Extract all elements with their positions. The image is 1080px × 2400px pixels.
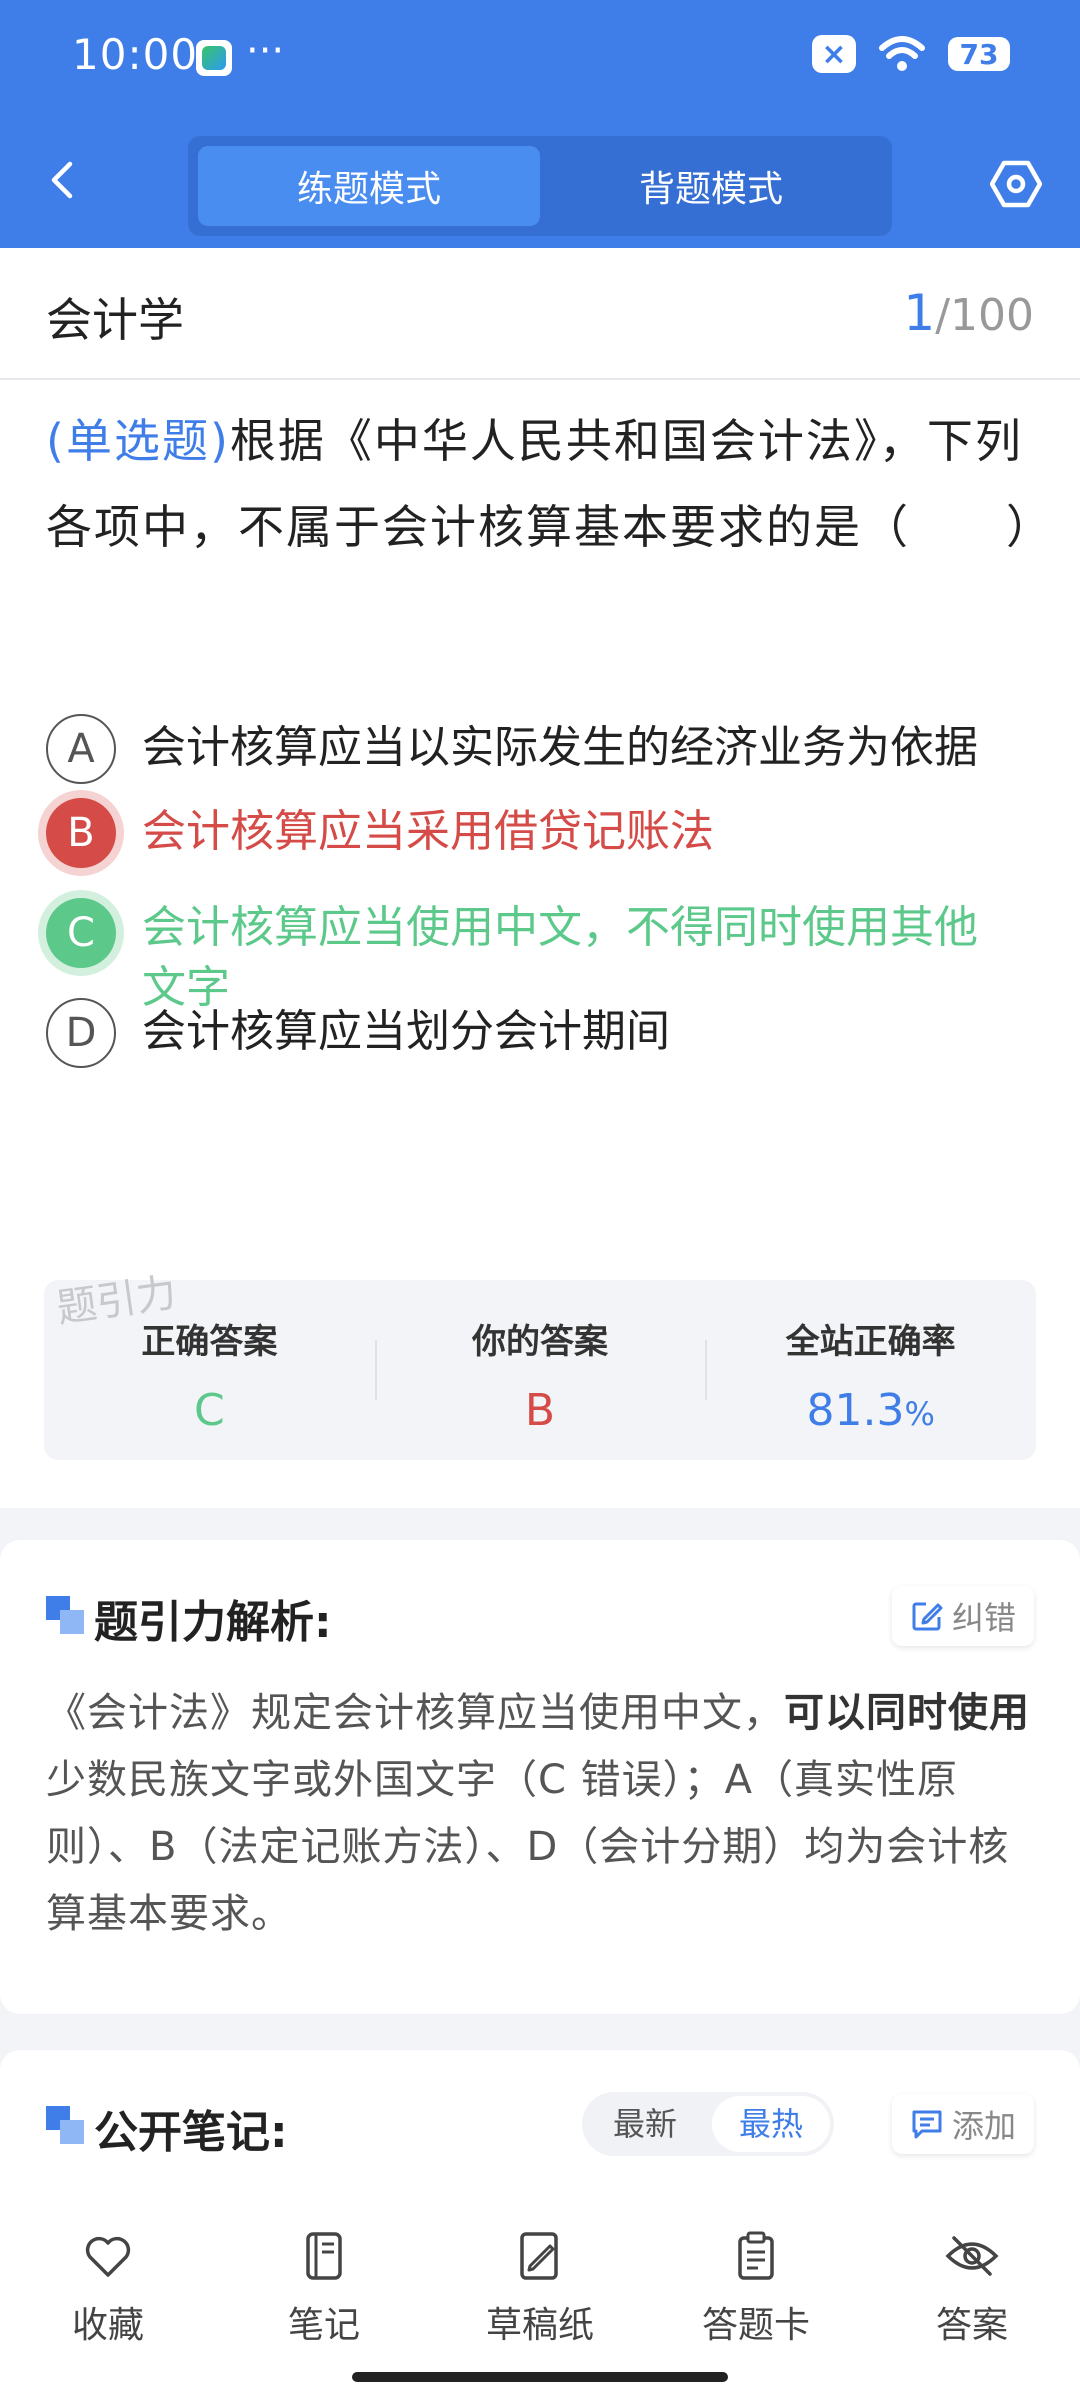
status-time: 10:00 xyxy=(72,30,199,79)
question-card: 会计学 1/100 (单选题)根据《中华人民共和国会计法》，下列各项中，不属于会… xyxy=(0,248,1080,1508)
analysis-text: 《会计法》规定会计核算应当使用中文，可以同时使用少数民族文字或外国文字（C 错误… xyxy=(46,1680,1036,1948)
option-letter: B xyxy=(46,798,116,868)
favorite-button[interactable]: 收藏 xyxy=(0,2198,216,2400)
wifi-icon xyxy=(879,36,925,71)
back-icon[interactable] xyxy=(44,160,84,200)
notes-title: 公开笔记: xyxy=(94,2107,288,2158)
clipboard-icon xyxy=(738,2231,774,2280)
answer-sheet-button[interactable]: 答题卡 xyxy=(648,2198,864,2400)
add-note-label: 添加 xyxy=(951,2107,1016,2145)
stat-label: 你的答案 xyxy=(472,1322,608,1362)
section-marker-icon xyxy=(46,2106,84,2144)
accuracy-unit: % xyxy=(904,1395,935,1433)
status-icons: × 73 xyxy=(812,34,1010,74)
option-d[interactable]: D 会计核算应当划分会计期间 xyxy=(46,998,1036,1068)
accuracy-value: 81.3 xyxy=(806,1385,905,1436)
analysis-text-emphasis: 可以同时使用 xyxy=(784,1690,1030,1736)
option-text: 会计核算应当以实际发生的经济业务为依据 xyxy=(142,722,978,773)
tab-practice-mode[interactable]: 练题模式 xyxy=(198,146,540,226)
answer-stats: 正确答案 C 你的答案 B 全站正确率 81.3% xyxy=(44,1280,1036,1460)
tab-memorize-mode[interactable]: 背题模式 xyxy=(540,146,882,226)
question-meta: 会计学 1/100 xyxy=(0,248,1080,380)
draft-paper-button[interactable]: 草稿纸 xyxy=(432,2198,648,2400)
option-text: 会计核算应当采用借贷记账法 xyxy=(142,806,714,857)
section-marker-icon xyxy=(46,1596,84,1634)
option-letter: D xyxy=(46,998,116,1068)
question-progress: 1/100 xyxy=(903,284,1034,342)
progress-total: /100 xyxy=(935,290,1034,341)
option-a[interactable]: A 会计核算应当以实际发生的经济业务为依据 xyxy=(46,714,1036,784)
option-b[interactable]: B 会计核算应当采用借贷记账法 xyxy=(46,798,1036,868)
sort-latest[interactable]: 最新 xyxy=(586,2096,704,2152)
stat-value: C xyxy=(193,1385,225,1436)
favorite-label: 收藏 xyxy=(71,2305,144,2346)
stat-your-answer: 你的答案 B xyxy=(374,1280,706,1460)
heart-icon xyxy=(85,2236,131,2277)
option-letter: A xyxy=(46,714,116,784)
stat-accuracy-rate: 全站正确率 81.3% xyxy=(705,1280,1036,1460)
analysis-text-part: 少数民族文字或外国文字（C 错误）；A（真实性原则）、B（法定记账方法）、D（会… xyxy=(46,1757,1010,1937)
more-notifications-icon: ··· xyxy=(246,28,285,74)
bottom-toolbar: 收藏 笔记 草稿纸 答题卡 答案 xyxy=(0,2198,1080,2400)
notes-label: 笔记 xyxy=(287,2305,360,2346)
notes-sort-toggle: 最新 最热 xyxy=(582,2092,834,2156)
progress-current: 1 xyxy=(903,284,936,342)
comment-icon xyxy=(912,2110,942,2139)
stat-value: 81.3% xyxy=(705,1385,1036,1436)
analysis-text-part: 《会计法》规定会计核算应当使用中文， xyxy=(46,1690,784,1736)
stat-label: 全站正确率 xyxy=(785,1322,956,1362)
show-answer-button[interactable]: 答案 xyxy=(864,2198,1080,2400)
edit-icon xyxy=(912,1602,943,1631)
draft-paper-label: 草稿纸 xyxy=(485,2305,594,2346)
stat-value: B xyxy=(524,1385,556,1436)
analysis-title: 题引力解析: xyxy=(94,1597,332,1648)
report-error-label: 纠错 xyxy=(951,1599,1016,1637)
analysis-card: 题引力解析: 纠错 《会计法》规定会计核算应当使用中文，可以同时使用少数民族文字… xyxy=(0,1540,1080,2014)
battery-icon: 73 xyxy=(948,37,1010,71)
show-answer-label: 答案 xyxy=(935,2305,1008,2346)
report-error-button[interactable]: 纠错 xyxy=(891,1586,1034,1646)
option-text: 会计核算应当划分会计期间 xyxy=(142,1006,670,1057)
app-notification-icon xyxy=(196,40,232,76)
notebook-icon xyxy=(306,2232,342,2280)
eye-off-icon xyxy=(945,2236,999,2276)
settings-icon[interactable] xyxy=(990,158,1042,210)
question-type: (单选题) xyxy=(46,414,230,468)
no-sim-icon: × xyxy=(812,35,856,73)
add-note-button[interactable]: 添加 xyxy=(891,2094,1034,2154)
notes-button[interactable]: 笔记 xyxy=(216,2198,432,2400)
mode-tabs: 练题模式 背题模式 xyxy=(188,136,892,236)
header: 10:00 ··· × 73 练题模式 背题模式 xyxy=(0,0,1080,248)
option-letter: C xyxy=(46,898,116,968)
draft-pen-icon xyxy=(520,2232,558,2280)
home-indicator[interactable] xyxy=(352,2372,728,2382)
question-text: (单选题)根据《中华人民共和国会计法》，下列各项中，不属于会计核算基本要求的是（… xyxy=(46,398,1052,570)
subject-title: 会计学 xyxy=(46,293,184,347)
sort-hottest[interactable]: 最热 xyxy=(712,2096,830,2152)
answer-sheet-label: 答题卡 xyxy=(701,2305,810,2346)
